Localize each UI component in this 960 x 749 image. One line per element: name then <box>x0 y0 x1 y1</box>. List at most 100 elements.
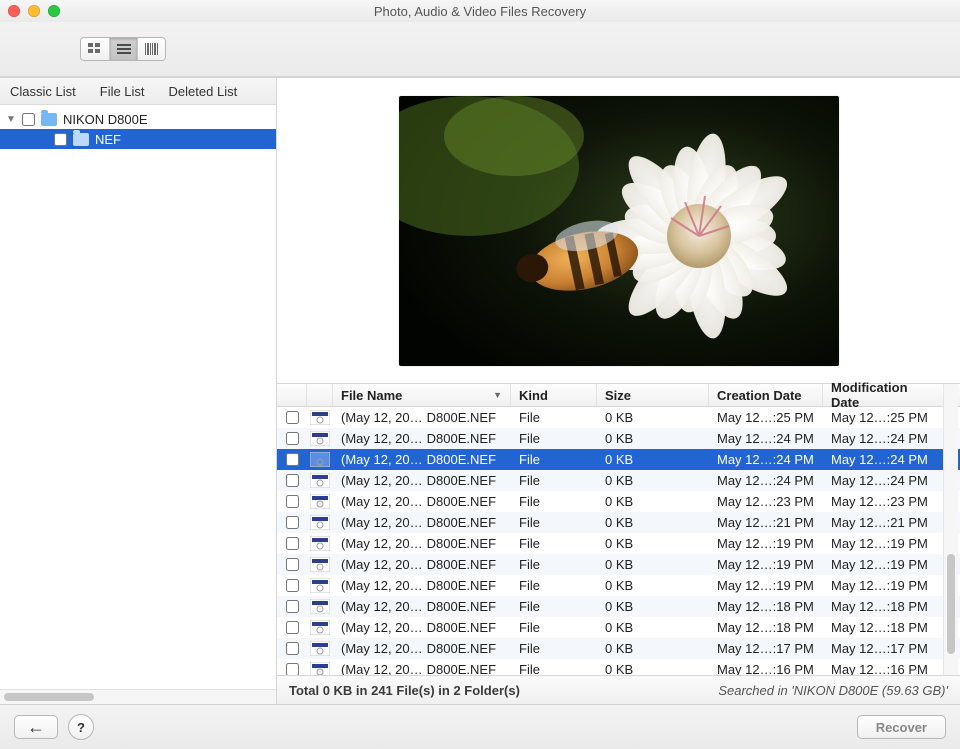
file-thumbnail-icon <box>307 494 333 509</box>
file-thumbnail-icon <box>307 557 333 572</box>
sidebar-tab-file-list[interactable]: File List <box>100 84 145 99</box>
table-row[interactable]: (May 12, 20…D800E.NEFFile0 KBMay 12…:23 … <box>277 491 960 512</box>
table-vertical-scrollbar-thumb[interactable] <box>947 554 955 654</box>
table-row[interactable]: (May 12, 20…D800E.NEFFile0 KBMay 12…:16 … <box>277 659 960 675</box>
tree-item-checkbox[interactable] <box>22 113 35 126</box>
help-icon: ? <box>77 720 85 735</box>
row-checkbox[interactable] <box>286 579 299 592</box>
file-creation-date: May 12…:17 PM <box>709 641 823 656</box>
table-row[interactable]: (May 12, 20…D800E.NEFFile0 KBMay 12…:18 … <box>277 596 960 617</box>
row-checkbox[interactable] <box>286 516 299 529</box>
column-header-file-name[interactable]: File Name <box>333 384 511 406</box>
grid-icon <box>88 43 102 55</box>
file-kind: File <box>511 410 597 425</box>
recover-button[interactable]: Recover <box>857 715 946 739</box>
row-checkbox[interactable] <box>286 537 299 550</box>
content-area: Classic List File List Deleted List ▼ NIK… <box>0 77 960 704</box>
help-button[interactable]: ? <box>68 714 94 740</box>
file-creation-date: May 12…:19 PM <box>709 536 823 551</box>
column-header-modification-date[interactable]: Modification Date <box>823 384 939 406</box>
column-header-kind[interactable]: Kind <box>511 384 597 406</box>
main-pane: File Name Kind Size Creation Date Modifi… <box>277 78 960 704</box>
footer: ← ? Recover <box>0 704 960 749</box>
file-size: 0 KB <box>597 557 709 572</box>
file-creation-date: May 12…:24 PM <box>709 431 823 446</box>
close-window-button[interactable] <box>8 5 20 17</box>
folder-icon <box>73 133 89 146</box>
table-vertical-scrollbar-track[interactable] <box>943 384 958 675</box>
row-checkbox[interactable] <box>286 642 299 655</box>
file-creation-date: May 12…:16 PM <box>709 662 823 675</box>
table-row[interactable]: (May 12, 20…D800E.NEFFile0 KBMay 12…:18 … <box>277 617 960 638</box>
table-row[interactable]: (May 12, 20…D800E.NEFFile0 KBMay 12…:24 … <box>277 470 960 491</box>
file-modification-date: May 12…:25 PM <box>823 410 939 425</box>
file-modification-date: May 12…:24 PM <box>823 452 939 467</box>
row-checkbox[interactable] <box>286 453 299 466</box>
file-thumbnail-icon <box>307 578 333 593</box>
window-title: Photo, Audio & Video Files Recovery <box>0 4 960 19</box>
disclosure-triangle-icon[interactable]: ▼ <box>6 114 16 125</box>
sidebar-horizontal-scrollbar-track[interactable] <box>0 689 276 704</box>
view-list-button[interactable] <box>109 38 137 60</box>
column-header-checkbox[interactable] <box>277 384 307 406</box>
tree-item-checkbox[interactable] <box>54 133 67 146</box>
file-thumbnail-icon <box>307 641 333 656</box>
file-kind: File <box>511 473 597 488</box>
row-checkbox[interactable] <box>286 411 299 424</box>
file-name-part-b: D800E.NEF <box>427 473 503 488</box>
file-name-part-a: (May 12, 20… <box>341 431 423 446</box>
row-checkbox[interactable] <box>286 432 299 445</box>
table-row[interactable]: (May 12, 20…D800E.NEFFile0 KBMay 12…:19 … <box>277 554 960 575</box>
view-grid-button[interactable] <box>81 38 109 60</box>
row-checkbox[interactable] <box>286 621 299 634</box>
file-modification-date: May 12…:18 PM <box>823 620 939 635</box>
file-thumbnail-icon <box>307 515 333 530</box>
table-row[interactable]: (May 12, 20…D800E.NEFFile0 KBMay 12…:17 … <box>277 638 960 659</box>
file-name-part-a: (May 12, 20… <box>341 494 423 509</box>
column-header-creation-date[interactable]: Creation Date <box>709 384 823 406</box>
file-kind: File <box>511 578 597 593</box>
file-modification-date: May 12…:19 PM <box>823 557 939 572</box>
table-row[interactable]: (May 12, 20…D800E.NEFFile0 KBMay 12…:25 … <box>277 407 960 428</box>
sidebar-horizontal-scrollbar-thumb[interactable] <box>4 693 94 701</box>
file-name-part-b: D800E.NEF <box>427 662 503 675</box>
row-checkbox[interactable] <box>286 600 299 613</box>
file-thumbnail-icon <box>307 431 333 446</box>
table-row[interactable]: (May 12, 20…D800E.NEFFile0 KBMay 12…:24 … <box>277 449 960 470</box>
sidebar: Classic List File List Deleted List ▼ NIK… <box>0 78 277 704</box>
zoom-window-button[interactable] <box>48 5 60 17</box>
file-creation-date: May 12…:24 PM <box>709 473 823 488</box>
row-checkbox[interactable] <box>286 474 299 487</box>
column-header-size[interactable]: Size <box>597 384 709 406</box>
file-creation-date: May 12…:24 PM <box>709 452 823 467</box>
tree-item[interactable]: ▼ NIKON D800E <box>0 109 276 129</box>
file-size: 0 KB <box>597 410 709 425</box>
title-bar: Photo, Audio & Video Files Recovery <box>0 0 960 22</box>
view-coverflow-button[interactable] <box>137 38 165 60</box>
file-modification-date: May 12…:24 PM <box>823 431 939 446</box>
sidebar-tab-deleted-list[interactable]: Deleted List <box>169 84 238 99</box>
file-name-part-b: D800E.NEF <box>427 641 503 656</box>
table-row[interactable]: (May 12, 20…D800E.NEFFile0 KBMay 12…:24 … <box>277 428 960 449</box>
file-name-part-a: (May 12, 20… <box>341 410 423 425</box>
row-checkbox[interactable] <box>286 663 299 675</box>
status-summary: Total 0 KB in 241 File(s) in 2 Folder(s) <box>289 683 520 698</box>
file-modification-date: May 12…:17 PM <box>823 641 939 656</box>
file-creation-date: May 12…:25 PM <box>709 410 823 425</box>
file-name-part-b: D800E.NEF <box>427 599 503 614</box>
row-checkbox[interactable] <box>286 495 299 508</box>
table-row[interactable]: (May 12, 20…D800E.NEFFile0 KBMay 12…:21 … <box>277 512 960 533</box>
minimize-window-button[interactable] <box>28 5 40 17</box>
tree-item[interactable]: NEF <box>0 129 276 149</box>
table-row[interactable]: (May 12, 20…D800E.NEFFile0 KBMay 12…:19 … <box>277 575 960 596</box>
row-checkbox[interactable] <box>286 558 299 571</box>
file-creation-date: May 12…:18 PM <box>709 599 823 614</box>
arrow-left-icon: ← <box>27 717 45 738</box>
column-header-icon[interactable] <box>307 384 333 406</box>
back-button[interactable]: ← <box>14 715 58 739</box>
table-row[interactable]: (May 12, 20…D800E.NEFFile0 KBMay 12…:19 … <box>277 533 960 554</box>
sidebar-tab-classic-list[interactable]: Classic List <box>10 84 76 99</box>
list-icon <box>117 43 131 55</box>
file-size: 0 KB <box>597 536 709 551</box>
tree-item-label: NIKON D800E <box>63 112 148 127</box>
